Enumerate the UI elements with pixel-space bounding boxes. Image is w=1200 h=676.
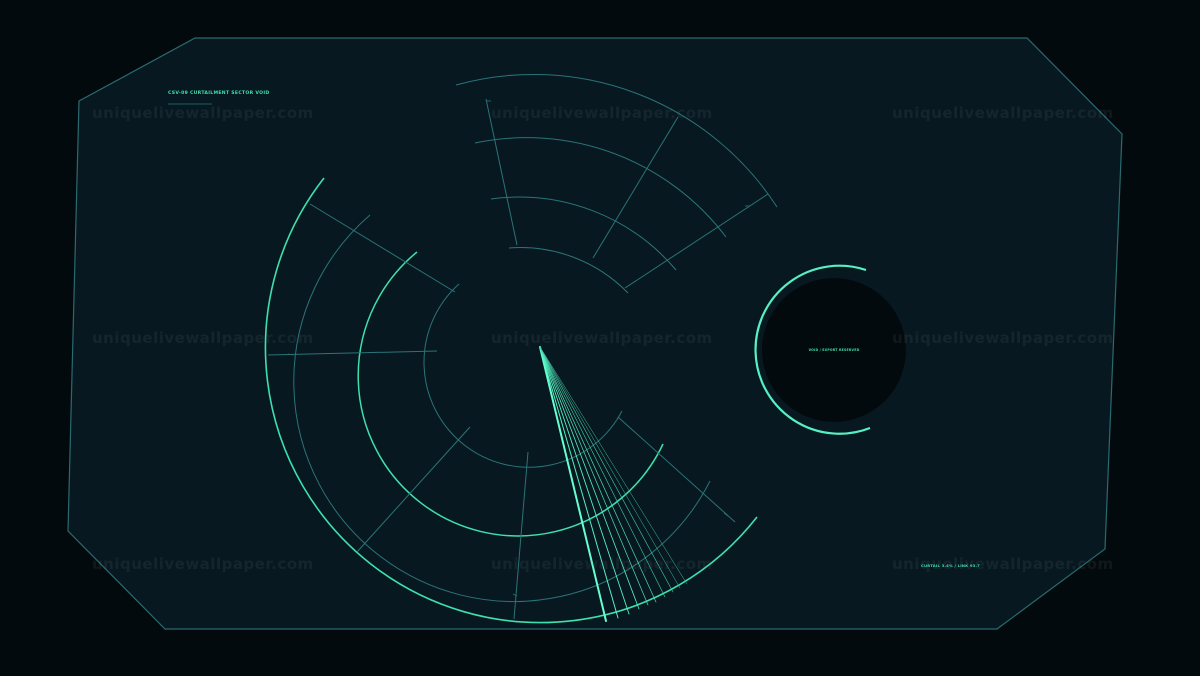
footer-readout: CURTAIL 3.4% / LINK 93.7 — [921, 563, 980, 568]
panel-title: CSV-09 CURTAILMENT SECTOR VOID — [168, 90, 269, 96]
hud-panel-frame — [67, 37, 1123, 630]
hud-stage: CSV-09 CURTAILMENT SECTOR VOID VOID / EX… — [67, 37, 1123, 630]
void-label: VOID / EXPORT RESERVED — [809, 348, 860, 352]
